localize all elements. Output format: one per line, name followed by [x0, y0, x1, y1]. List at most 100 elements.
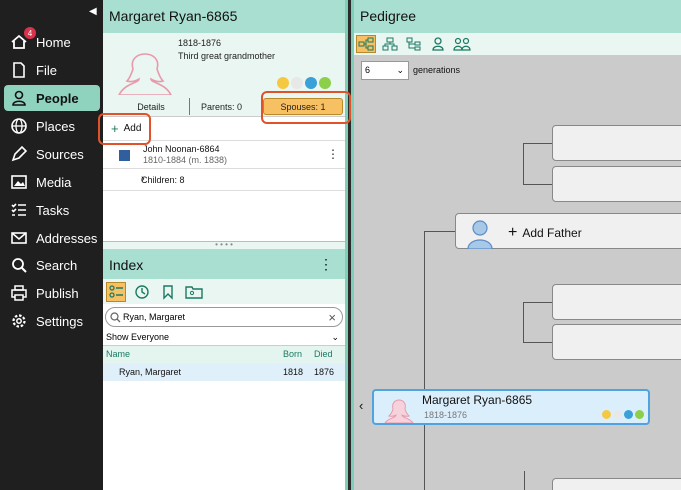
- pedigree-panel: Pedigree 6 ⌄ generations + Add Father ‹ …: [351, 0, 681, 490]
- person-header: 1818-1876 Third great grandmother: [103, 33, 345, 95]
- table-row[interactable]: Ryan, Margaret 1818 1876: [103, 363, 345, 381]
- person-icon: [8, 87, 30, 109]
- tree-line: [523, 143, 552, 144]
- tree-line: [424, 231, 455, 232]
- group-view-icon[interactable]: [452, 35, 472, 53]
- column-name[interactable]: Name: [106, 346, 130, 363]
- nav-item-search[interactable]: Search: [4, 252, 100, 278]
- spouses-highlight: [261, 91, 351, 124]
- index-search-input[interactable]: Ryan, Margaret ×: [105, 307, 343, 327]
- checklist-icon: [8, 199, 30, 221]
- tree-line: [424, 425, 425, 490]
- column-died[interactable]: Died: [314, 346, 333, 363]
- more-options-icon[interactable]: ⋮: [327, 147, 339, 161]
- add-father-label: + Add Father: [508, 224, 582, 241]
- ancestor-box[interactable]: [552, 324, 681, 360]
- history-icon[interactable]: [132, 282, 152, 302]
- ancestor-box[interactable]: [552, 478, 681, 490]
- ancestor-box[interactable]: [552, 166, 681, 202]
- globe-flag-icon: [624, 410, 633, 419]
- index-toolbar: [103, 279, 345, 304]
- left-nav: ◀ 4 Home File People Places Sources Medi…: [0, 0, 103, 490]
- person-title: Margaret Ryan-6865: [103, 0, 345, 33]
- nav-item-places[interactable]: Places: [4, 113, 100, 139]
- tree-line: [524, 471, 525, 490]
- descendants-view-icon[interactable]: [404, 35, 424, 53]
- search-icon: [8, 254, 30, 276]
- list-view-icon[interactable]: [106, 281, 126, 302]
- panel-splitter[interactable]: • • • •: [103, 241, 345, 249]
- nav-item-sources[interactable]: Sources: [4, 141, 100, 167]
- spouse-photo-icon: [119, 150, 130, 161]
- nav-label: Sources: [36, 146, 84, 162]
- nav-item-file[interactable]: File: [4, 57, 100, 83]
- search-value: Ryan, Margaret: [123, 312, 186, 322]
- add-father-button[interactable]: + Add Father: [455, 213, 681, 249]
- tree-line: [523, 302, 524, 343]
- individual-view-icon[interactable]: [428, 35, 448, 53]
- chevron-right-icon: ›: [141, 173, 145, 185]
- nav-item-settings[interactable]: Settings: [4, 308, 100, 334]
- tree-line: [523, 184, 552, 185]
- image-icon: [8, 171, 30, 193]
- tree-line: [424, 231, 425, 389]
- globe-flag-icon[interactable]: [305, 77, 317, 89]
- female-avatar-icon: [384, 399, 414, 423]
- notification-badge: 4: [24, 27, 36, 39]
- tree-flag-icon[interactable]: [319, 77, 331, 89]
- generations-label: generations: [413, 65, 461, 75]
- clear-search-icon[interactable]: ×: [328, 310, 336, 325]
- female-avatar-icon: [118, 53, 172, 95]
- spouse-dates: 1810-1884 (m. 1838): [143, 155, 228, 165]
- nav-label: Search: [36, 257, 78, 273]
- hint-icon: [602, 410, 611, 419]
- children-row[interactable]: Children: 8 ›: [103, 169, 345, 191]
- pedigree-toolbar: [354, 33, 681, 55]
- nav-item-publish[interactable]: Publish: [4, 280, 100, 306]
- nav-label: Media: [36, 174, 72, 190]
- chevron-down-icon: ⌄: [331, 332, 339, 342]
- ancestor-box[interactable]: [552, 284, 681, 320]
- nav-item-tasks[interactable]: Tasks: [4, 197, 100, 223]
- spouse-row[interactable]: John Noonan-6864 1810-1884 (m. 1838) ⋮: [103, 141, 345, 169]
- hint-icon[interactable]: [277, 77, 289, 89]
- gear-icon: [8, 310, 30, 332]
- filter-select[interactable]: Show Everyone ⌄: [103, 330, 345, 346]
- nav-label: Places: [36, 118, 76, 134]
- nav-label: Home: [36, 34, 71, 50]
- column-born[interactable]: Born: [283, 346, 302, 363]
- bookmark-icon[interactable]: [158, 282, 178, 302]
- nav-item-addresses[interactable]: Addresses: [4, 225, 100, 251]
- search-icon: [110, 311, 121, 322]
- nav-item-media[interactable]: Media: [4, 169, 100, 195]
- app-window: ◀ 4 Home File People Places Sources Medi…: [0, 0, 681, 490]
- ancestor-box[interactable]: [552, 125, 681, 161]
- index-column-headers: Name Born Died: [103, 346, 345, 363]
- tab-parents[interactable]: Parents: 0: [189, 98, 253, 115]
- nav-label: Tasks: [36, 202, 70, 218]
- index-title: Index: [109, 257, 144, 273]
- row-died: 1876: [314, 367, 335, 377]
- index-menu-icon[interactable]: ⋮: [319, 256, 333, 273]
- nav-label: People: [36, 90, 79, 106]
- folder-person-icon[interactable]: [184, 282, 204, 302]
- nav-label: File: [36, 62, 57, 78]
- tree-line: [523, 143, 524, 184]
- row-born: 1818: [283, 367, 304, 377]
- nav-item-home[interactable]: 4 Home: [4, 27, 100, 55]
- collapse-nav-icon[interactable]: ◀: [89, 6, 97, 17]
- previous-generation-icon[interactable]: ‹: [359, 398, 363, 413]
- root-person-card[interactable]: Margaret Ryan-6865 1818-1876: [372, 389, 650, 425]
- file-icon: [8, 59, 30, 81]
- generations-select[interactable]: 6 ⌄: [361, 61, 409, 80]
- family-view-icon[interactable]: [380, 35, 400, 53]
- person-relationship: Third great grandmother: [178, 51, 276, 61]
- filter-value: Show Everyone: [106, 332, 170, 342]
- index-header: Index ⋮: [103, 249, 345, 279]
- pedigree-view-icon[interactable]: [356, 35, 376, 53]
- tree-line: [523, 342, 552, 343]
- root-person-flags: [602, 410, 644, 419]
- row-name: Ryan, Margaret: [119, 367, 182, 377]
- nav-item-people[interactable]: People: [4, 85, 100, 111]
- nav-label: Publish: [36, 285, 79, 301]
